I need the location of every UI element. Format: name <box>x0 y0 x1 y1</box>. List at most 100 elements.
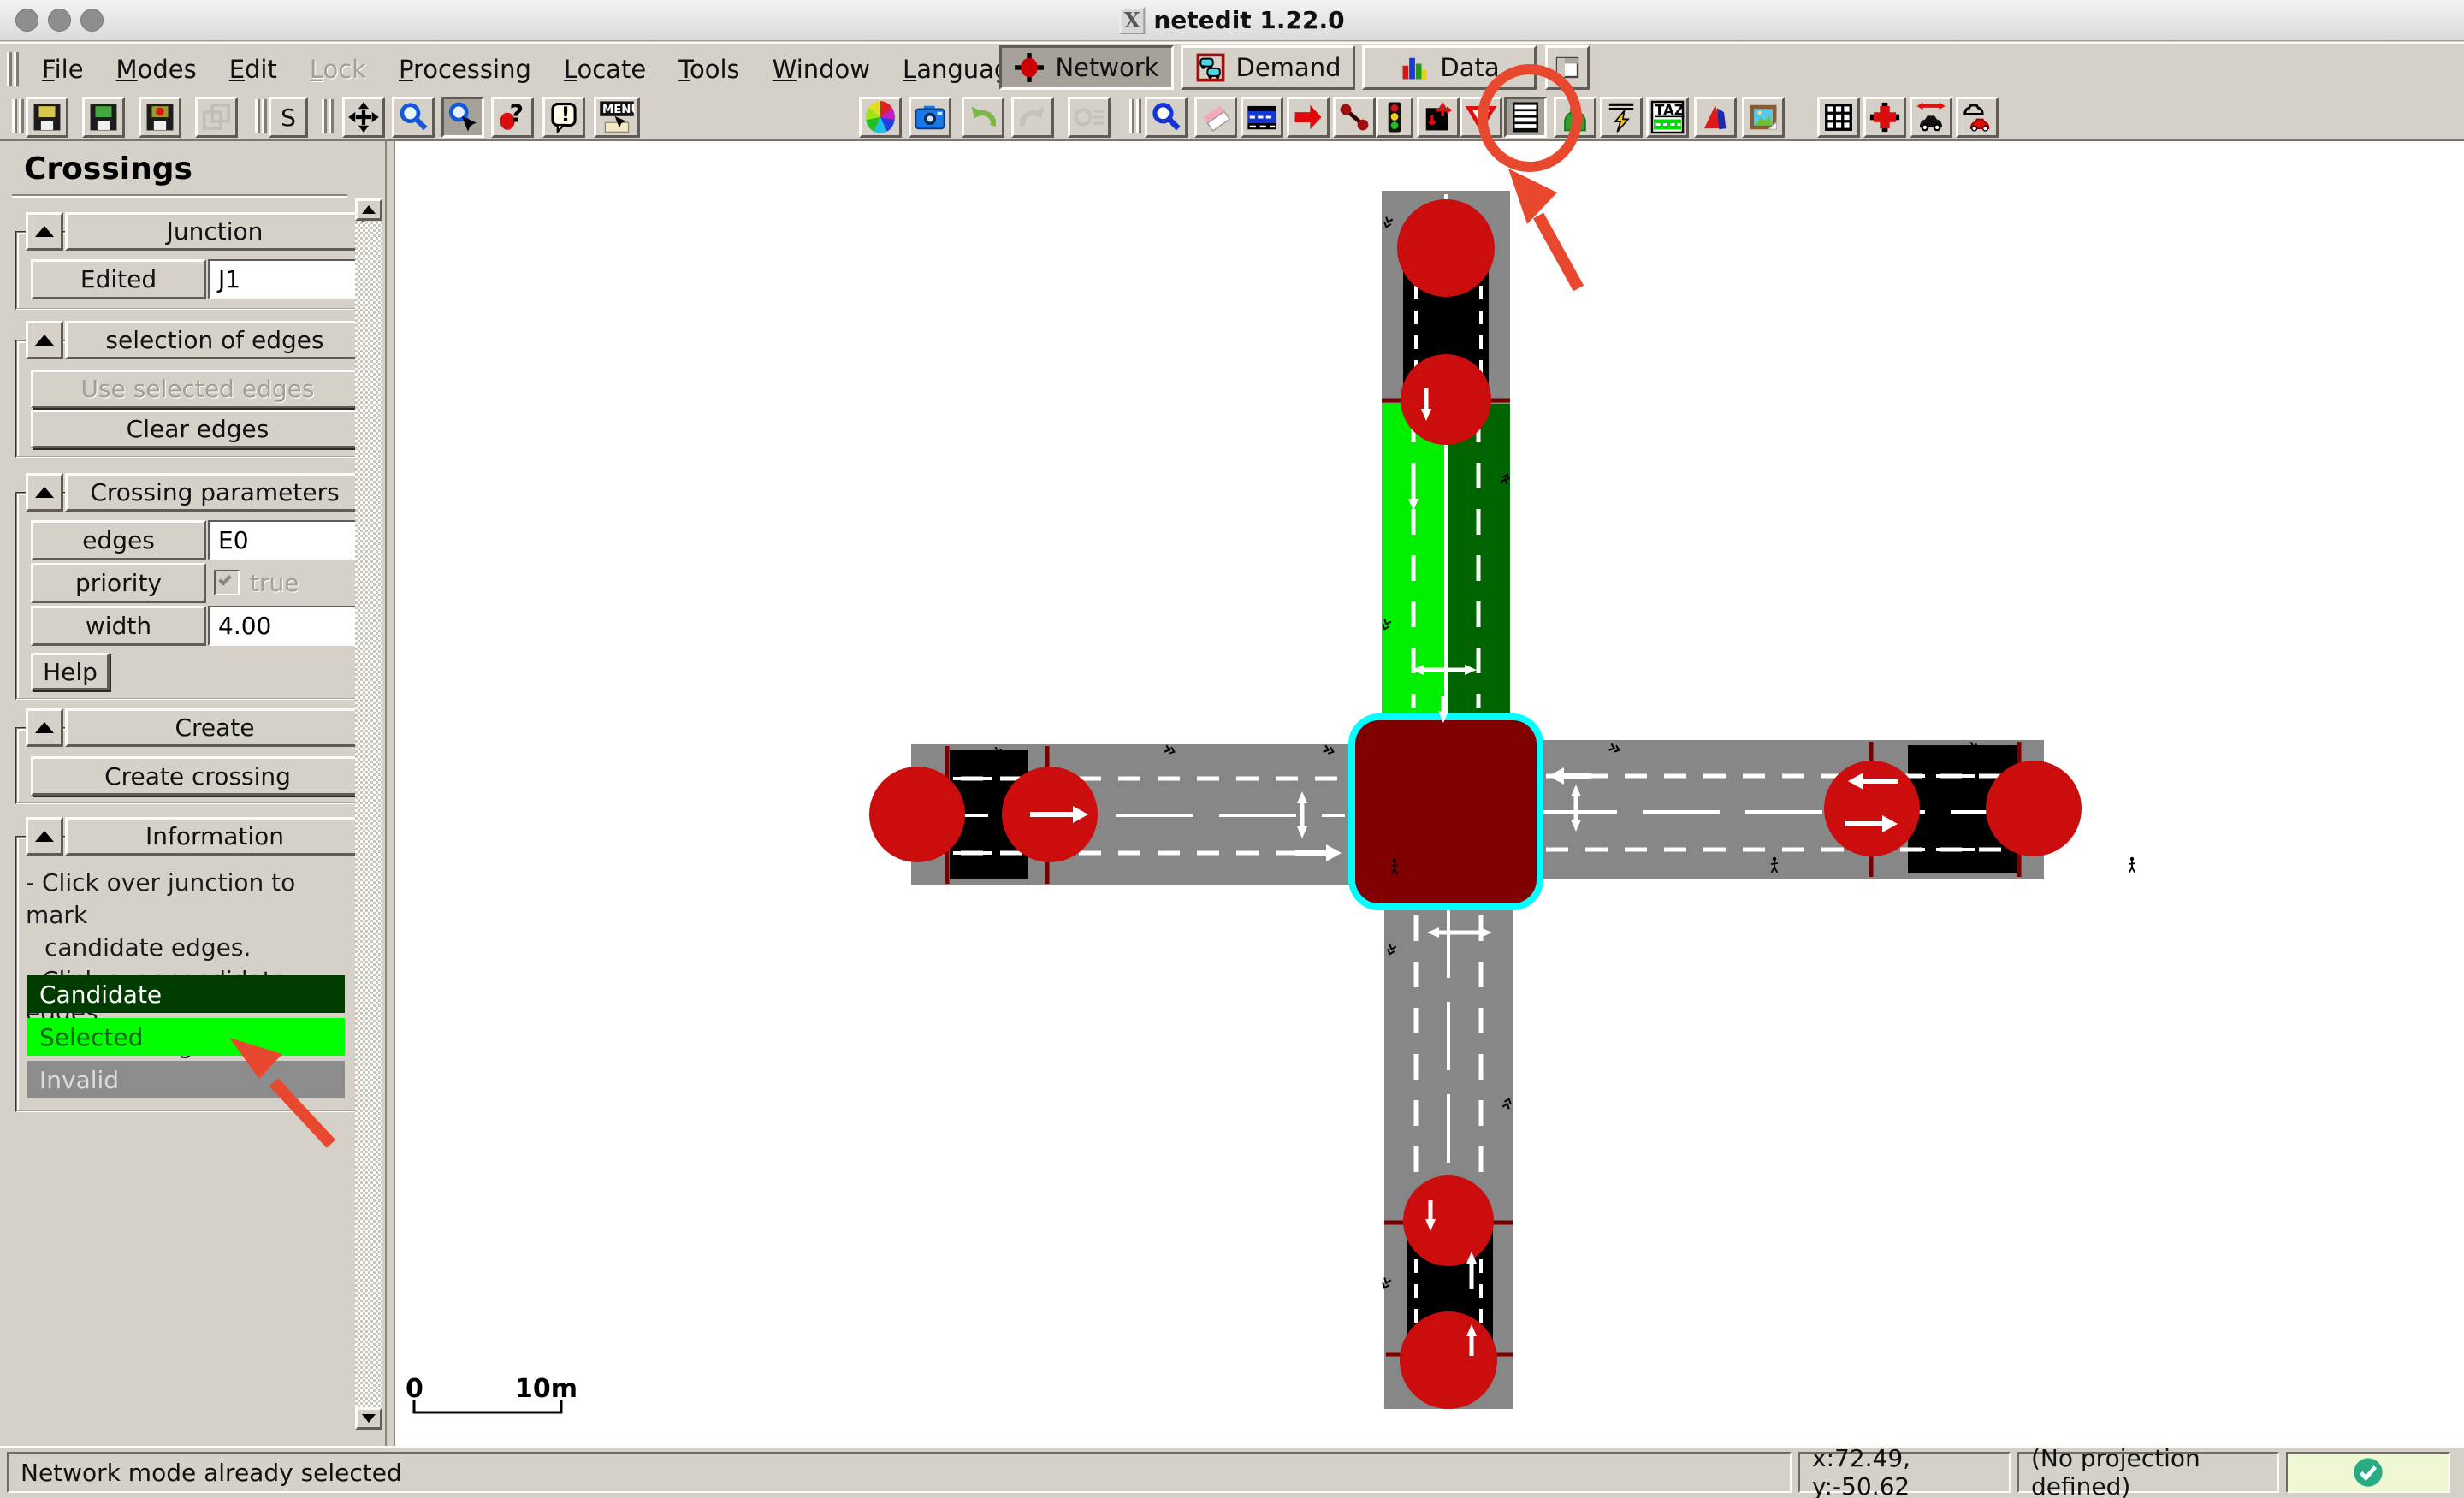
move-view-icon <box>347 101 380 133</box>
prohibition-mode-button[interactable] <box>1460 97 1502 138</box>
move-mode-button[interactable] <box>1287 97 1330 138</box>
legend-invalid: Invalid <box>27 1061 345 1098</box>
toggle-frame-button[interactable] <box>1545 45 1590 90</box>
priority-attr-button[interactable]: priority <box>31 563 206 603</box>
titlebar: X netedit 1.22.0 <box>0 0 2464 41</box>
snapshot-button[interactable] <box>909 97 951 138</box>
menu-window[interactable]: Window <box>756 48 886 91</box>
move-view-button[interactable] <box>342 97 385 138</box>
projection-status: (No projection defined) <box>2031 1444 2266 1498</box>
walkingarea-mode-button[interactable] <box>1554 97 1596 138</box>
new-window-button[interactable] <box>195 97 238 138</box>
save-plain-button[interactable] <box>82 97 125 138</box>
menubar-grip[interactable] <box>7 52 19 86</box>
menu-cursor-icon: MENU <box>599 100 635 134</box>
inspect-mode-icon <box>1150 101 1182 133</box>
junction-bubble[interactable] <box>1986 761 2082 856</box>
zoom-extent-button[interactable] <box>392 97 435 138</box>
parameters-collapse-button[interactable] <box>26 473 63 512</box>
edges-attr-button[interactable]: edges <box>31 520 206 560</box>
toolbar-grip-3[interactable] <box>322 99 334 133</box>
taz-mode-button[interactable]: TAZ <box>1646 97 1689 138</box>
junction-bubble[interactable] <box>869 767 965 862</box>
width-attr-button[interactable]: width <box>31 606 206 646</box>
create-group-title[interactable]: Create <box>65 708 364 747</box>
junction-bubble[interactable] <box>1401 354 1491 445</box>
status-message: Network mode already selected <box>21 1459 402 1487</box>
menu-modes[interactable]: Modes <box>100 48 213 91</box>
undo-list-icon <box>1073 101 1105 133</box>
save-network-button[interactable] <box>26 97 68 138</box>
menu-locate[interactable]: Locate <box>548 48 662 91</box>
information-collapse-button[interactable] <box>26 817 63 856</box>
junction-bubble[interactable] <box>1824 761 1920 856</box>
junction-bubble[interactable] <box>1397 199 1495 297</box>
toolbar-grip-1[interactable] <box>12 99 24 133</box>
edge-selection-group-title[interactable]: selection of edges <box>65 321 364 359</box>
crossing-mode-button[interactable] <box>1504 97 1547 138</box>
undo-button[interactable] <box>962 97 1004 138</box>
help-button[interactable]: Help <box>31 653 110 690</box>
information-group-title[interactable]: Information <box>65 817 364 856</box>
network-canvas[interactable]: 0 10m <box>395 141 2464 1446</box>
inspect-mode-button[interactable] <box>1145 97 1188 138</box>
crossing-mode-icon <box>1508 99 1543 135</box>
supermode-network-button[interactable]: Network <box>999 45 1174 90</box>
prohibition-mode-icon <box>1465 101 1497 133</box>
traffic-light-mode-button[interactable] <box>1376 97 1413 138</box>
help-cursor-button[interactable]: ? <box>491 97 534 138</box>
save-network-icon <box>31 101 63 133</box>
menu-file[interactable]: File <box>26 48 100 91</box>
color-wheel-button[interactable] <box>859 97 902 138</box>
scheme-s-button[interactable]: S <box>269 97 308 138</box>
junction-group-title[interactable]: Junction <box>65 212 364 251</box>
select-mode-button[interactable] <box>1241 97 1283 138</box>
show-overlapped-button[interactable] <box>1956 97 1999 138</box>
edge-selection-collapse-button[interactable] <box>26 321 63 359</box>
junction-bubble[interactable] <box>1400 1311 1497 1409</box>
connection-mode-button[interactable] <box>1333 97 1376 138</box>
supermode-demand-button[interactable]: Demand <box>1181 45 1355 90</box>
zoom-cursor-button[interactable] <box>441 97 484 138</box>
create-collapse-button[interactable] <box>26 708 63 747</box>
save-sumo-config-button[interactable] <box>139 97 181 138</box>
junction-shape-button[interactable] <box>1863 97 1906 138</box>
traffic-light-mode-icon <box>1380 100 1409 134</box>
frame-scrollbar-down-button[interactable] <box>355 1407 382 1430</box>
tooltip-bubble-button[interactable]: ! <box>542 97 585 138</box>
menu-processing[interactable]: Processing <box>382 48 548 91</box>
junction-bubble[interactable] <box>1403 1175 1494 1266</box>
grid-toggle-button[interactable] <box>1817 97 1860 138</box>
vehicle-spread-button[interactable] <box>1910 97 1952 138</box>
redo-button[interactable] <box>1011 97 1054 138</box>
frame-scrollbar-up-button[interactable] <box>355 198 382 221</box>
frame-splitter[interactable] <box>385 141 395 1446</box>
frame-scrollbar-track[interactable] <box>355 222 382 1407</box>
select-mode-icon <box>1246 101 1278 133</box>
menu-cursor-button[interactable]: MENU <box>594 97 640 138</box>
menu-edit[interactable]: Edit <box>213 48 293 91</box>
toolbar-grip-2[interactable] <box>255 99 267 133</box>
delete-mode-button[interactable] <box>1194 97 1237 138</box>
cursor-coordinates: x:72.49, y:-50.62 <box>1812 1444 1997 1498</box>
decal-mode-button[interactable] <box>1742 97 1785 138</box>
menu-tools[interactable]: Tools <box>662 48 755 91</box>
edited-junction-value[interactable]: J1 <box>208 259 364 299</box>
create-crossing-button[interactable]: Create crossing <box>31 756 364 796</box>
junction-J1[interactable] <box>1352 717 1540 907</box>
save-sumo-config-icon <box>144 101 176 133</box>
junction-collapse-button[interactable] <box>26 212 63 251</box>
supermode-data-button[interactable]: Data <box>1362 45 1537 90</box>
shape-mode-button[interactable] <box>1694 97 1737 138</box>
wire-mode-button[interactable] <box>1600 97 1643 138</box>
clear-edges-button[interactable]: Clear edges <box>31 410 364 448</box>
width-value-field[interactable]: 4.00 <box>208 606 364 646</box>
maximize-button[interactable] <box>80 9 104 32</box>
edges-value-field[interactable]: E0 <box>208 520 364 560</box>
undo-list-button[interactable] <box>1068 97 1111 138</box>
close-button[interactable] <box>15 9 38 32</box>
minimize-button[interactable] <box>48 9 71 32</box>
additional-mode-button[interactable] <box>1417 97 1460 138</box>
toolbar-grip-4[interactable] <box>1129 99 1141 133</box>
parameters-group-title[interactable]: Crossing parameters <box>65 473 364 512</box>
